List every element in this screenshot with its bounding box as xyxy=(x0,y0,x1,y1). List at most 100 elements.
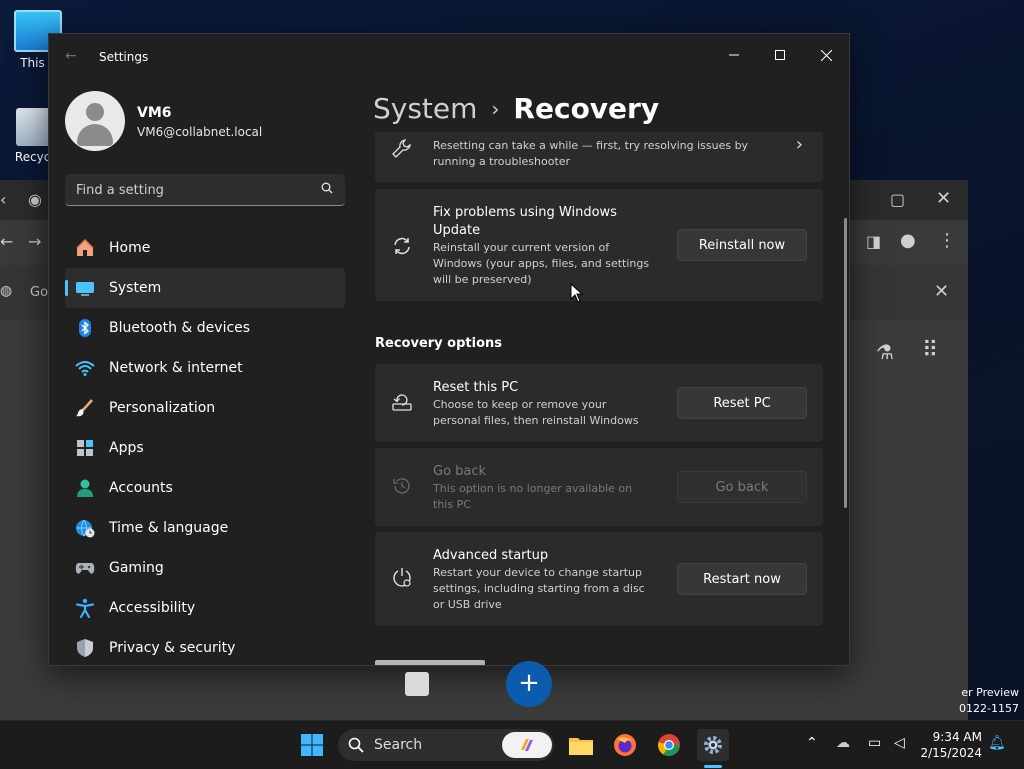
go-back-desc: This option is no longer available on th… xyxy=(433,482,633,511)
reset-pc-card: Reset this PC Choose to keep or remove y… xyxy=(375,364,823,442)
troubleshooter-desc: Resetting can take a while — first, try … xyxy=(433,139,749,168)
advanced-startup-card: Advanced startup Restart your device to … xyxy=(375,532,823,626)
sidebar-item-system[interactable]: System xyxy=(65,268,345,308)
accessibility-icon xyxy=(75,598,95,618)
sidebar-item-label: Bluetooth & devices xyxy=(109,320,251,336)
maximize-button[interactable] xyxy=(757,40,803,70)
volume-muted-icon[interactable]: ◁ xyxy=(894,735,905,751)
sidebar-item-home[interactable]: Home xyxy=(65,228,345,268)
add-shortcut-button[interactable]: + xyxy=(506,661,552,707)
sidebar-item-time-language[interactable]: Time & language xyxy=(65,508,345,548)
insider-preview-watermark-line1: er Preview xyxy=(961,686,1019,699)
search-icon[interactable] xyxy=(321,182,333,194)
sidepanel-icon[interactable]: ◨ xyxy=(866,232,881,251)
advanced-startup-title: Advanced startup xyxy=(433,548,549,563)
avatar[interactable] xyxy=(65,91,125,151)
sidebar-item-accounts[interactable]: Accounts xyxy=(65,468,345,508)
breadcrumb-parent[interactable]: System xyxy=(373,92,477,125)
advanced-startup-desc: Restart your device to change startup se… xyxy=(433,566,645,611)
chevron-up-icon[interactable]: ⌃ xyxy=(806,735,818,751)
related-support-heading-clipped xyxy=(375,660,485,665)
taskbar-search-label: Search xyxy=(374,737,423,753)
taskbar-search[interactable]: Search xyxy=(338,729,554,761)
chrome-shortcut-icon[interactable] xyxy=(405,672,429,696)
network-icon[interactable]: ▭ xyxy=(868,735,881,751)
sidebar-nav: Home System Bluetooth & devices Network … xyxy=(65,228,345,665)
sidebar-item-personalization[interactable]: Personalization xyxy=(65,388,345,428)
user-email: VM6@collabnet.local xyxy=(137,125,263,139)
chevron-right-icon[interactable]: › xyxy=(796,134,803,155)
copilot-highlight-icon[interactable] xyxy=(502,732,552,758)
reset-pc-button[interactable]: Reset PC xyxy=(677,387,807,419)
sidebar-item-accessibility[interactable]: Accessibility xyxy=(65,588,345,628)
sidebar-item-gaming[interactable]: Gaming xyxy=(65,548,345,588)
insider-preview-watermark-line2: 0122-1157 xyxy=(959,702,1019,715)
bluetooth-icon xyxy=(75,318,95,338)
sidebar-item-label: Apps xyxy=(109,440,144,456)
sidebar-item-label: Privacy & security xyxy=(109,640,236,656)
profile-icon[interactable]: ● xyxy=(900,230,916,251)
system-icon xyxy=(75,278,95,298)
refresh-icon xyxy=(394,237,410,255)
file-explorer-button[interactable] xyxy=(565,729,597,761)
search-input[interactable] xyxy=(65,174,318,206)
title-bar[interactable]: ← Settings xyxy=(49,34,849,82)
firefox-button[interactable] xyxy=(609,729,641,761)
sidebar-item-apps[interactable]: Apps xyxy=(65,428,345,468)
go-back-card: Go back This option is no longer availab… xyxy=(375,448,823,526)
back-arrow-icon[interactable]: ← xyxy=(65,48,77,64)
back-arrow-icon[interactable]: ← xyxy=(0,232,13,251)
fix-update-desc: Reinstall your current version of Window… xyxy=(433,241,650,286)
reset-pc-desc: Choose to keep or remove your personal f… xyxy=(433,398,639,427)
omnibox-partial-text: Go xyxy=(30,285,49,300)
sidebar-item-privacy-security[interactable]: Privacy & security xyxy=(65,628,345,665)
taskbar: Search ⌃ ☁ ▭ ◁ 9:34 AM 2/15/2024 🔔︎ xyxy=(0,720,1024,769)
folder-icon xyxy=(569,738,593,755)
start-button[interactable] xyxy=(296,729,328,761)
settings-search[interactable] xyxy=(65,174,345,206)
wifi-icon xyxy=(75,358,95,378)
apps-grid-icon[interactable]: ⠿ xyxy=(922,338,938,363)
settings-app-button[interactable] xyxy=(697,729,729,761)
reset-pc-icon xyxy=(392,394,412,411)
page-title: Recovery xyxy=(513,92,660,125)
settings-window[interactable]: ← Settings VM6 VM6@collabnet.local Home xyxy=(48,33,850,666)
browser-tab-favicon-icon[interactable]: ◉ xyxy=(28,190,42,209)
sidebar-item-label: Time & language xyxy=(109,520,229,536)
shield-icon xyxy=(75,638,95,658)
sidebar-item-network[interactable]: Network & internet xyxy=(65,348,345,388)
troubleshooter-card[interactable]: Resetting can take a while — first, try … xyxy=(375,132,823,182)
close-button[interactable] xyxy=(803,40,849,70)
reinstall-now-button[interactable]: Reinstall now xyxy=(677,229,807,261)
minimize-icon xyxy=(729,54,739,56)
more-menu-icon[interactable]: ⋮ xyxy=(938,230,956,251)
close-icon[interactable]: ✕ xyxy=(936,188,951,209)
window-title: Settings xyxy=(99,50,149,64)
go-back-button: Go back xyxy=(677,471,807,503)
sidebar-item-label: Network & internet xyxy=(109,360,243,376)
fix-update-title: Fix problems using Windows Update xyxy=(433,205,617,238)
globe-clock-icon xyxy=(75,518,95,538)
home-icon xyxy=(75,238,95,258)
sidebar-item-label: Accessibility xyxy=(109,600,196,616)
forward-arrow-icon[interactable]: → xyxy=(28,232,41,251)
labs-flask-icon[interactable]: ⚗ xyxy=(876,340,894,364)
scrollbar[interactable] xyxy=(844,218,847,508)
minimize-button[interactable] xyxy=(711,40,757,70)
cloud-offline-icon[interactable]: ☁ xyxy=(836,735,850,751)
user-name: VM6 xyxy=(137,105,172,121)
sidebar-item-label: Home xyxy=(109,240,151,256)
breadcrumb: System › Recovery xyxy=(373,92,659,125)
wrench-icon xyxy=(392,139,411,158)
close-banner-icon[interactable]: ✕ xyxy=(934,281,949,302)
restart-now-button[interactable]: Restart now xyxy=(677,563,807,595)
power-gear-icon xyxy=(393,568,411,587)
sidebar-item-label: Accounts xyxy=(109,480,173,496)
sidebar-item-bluetooth[interactable]: Bluetooth & devices xyxy=(65,308,345,348)
chevron-left-icon[interactable]: ‹ xyxy=(0,190,6,209)
maximize-icon[interactable]: ▢ xyxy=(890,190,905,209)
clock[interactable]: 9:34 AM 2/15/2024 xyxy=(918,729,982,761)
chrome-button[interactable] xyxy=(653,729,685,761)
notification-bell-icon[interactable]: 🔔︎ xyxy=(988,735,1006,751)
apps-icon xyxy=(75,438,95,458)
